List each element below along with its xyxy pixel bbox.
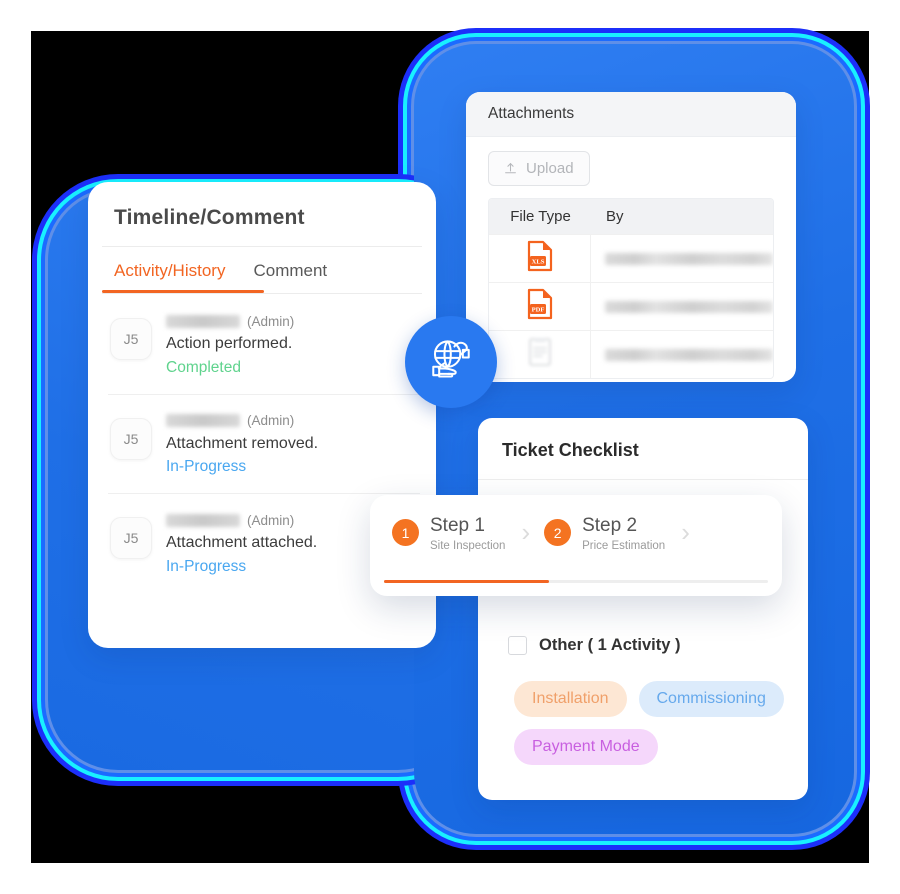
avatar: J5 — [110, 517, 152, 560]
chip-commissioning[interactable]: Commissioning — [638, 681, 784, 717]
step-1-sublabel: Site Inspection — [430, 539, 506, 552]
feature-badge — [405, 316, 497, 408]
by-cell — [591, 252, 773, 265]
step-2-number: 2 — [544, 519, 572, 546]
upload-button[interactable]: Upload — [488, 151, 590, 186]
table-row[interactable] — [489, 330, 773, 378]
attachments-table: File Type By XLS PDF — [488, 198, 774, 379]
status-badge: In-Progress — [166, 458, 247, 476]
step-2[interactable]: 2 Step 2 Price Estimation — [544, 515, 665, 552]
upload-icon — [504, 162, 517, 175]
tab-activity-history[interactable]: Activity/History — [100, 247, 239, 293]
file-type-cell: XLS — [489, 235, 591, 282]
activity-action: Attachment removed. — [166, 434, 319, 452]
step-1-number: 1 — [392, 519, 419, 546]
list-item-body: (Admin) Attachment attached. In-Progress — [166, 511, 317, 577]
list-item-body: (Admin) Attachment removed. In-Progress — [166, 412, 318, 478]
other-checkbox[interactable] — [508, 636, 527, 655]
status-badge: Completed — [166, 358, 241, 376]
screenshot-root: Attachments Upload File Type By XLS PDF … — [0, 0, 900, 894]
svg-text:XLS: XLS — [531, 259, 544, 266]
hand-holding-globe-icon — [424, 333, 478, 392]
step-1[interactable]: 1 Step 1 Site Inspection — [392, 515, 505, 552]
list-item[interactable]: J5 (Admin) Action performed. Completed — [88, 294, 436, 394]
column-header-file-type: File Type — [510, 208, 571, 225]
other-checkbox-label: Other ( 1 Activity ) — [539, 636, 681, 654]
doc-file-icon — [528, 337, 552, 372]
redacted-value — [605, 252, 773, 265]
page-title: Timeline/Comment — [114, 206, 305, 229]
attachments-table-header: File Type By — [489, 199, 773, 234]
chip-payment-mode[interactable]: Payment Mode — [514, 729, 658, 765]
tab-comment[interactable]: Comment — [239, 247, 341, 293]
stepper-progress-track — [384, 580, 768, 583]
user-role: (Admin) — [247, 512, 295, 528]
attachments-title: Attachments — [466, 92, 796, 137]
file-type-cell — [489, 331, 591, 378]
svg-text:PDF: PDF — [531, 307, 544, 314]
pdf-file-icon: PDF — [527, 288, 553, 325]
step-2-label: Step 2 — [582, 515, 638, 536]
step-2-text: Step 2 Price Estimation — [582, 515, 665, 552]
by-cell — [591, 300, 773, 313]
redacted-value — [605, 348, 773, 361]
checklist-other-row[interactable]: Other ( 1 Activity ) — [478, 630, 808, 655]
table-row[interactable]: XLS — [489, 234, 773, 282]
attachments-toolbar: Upload — [466, 137, 796, 198]
upload-button-label: Upload — [526, 160, 574, 177]
status-badge: In-Progress — [166, 558, 247, 576]
chevron-right-icon: › — [521, 517, 531, 547]
activity-chip-list: Installation Commissioning Payment Mode — [478, 655, 808, 765]
column-header-by: By — [606, 208, 624, 225]
list-item-user: (Admin) — [166, 511, 317, 529]
activity-action: Action performed. — [166, 335, 293, 352]
ticket-checklist-panel: Ticket Checklist Other ( 1 Activity ) In… — [478, 418, 808, 800]
redacted-username — [166, 414, 240, 428]
checklist-title: Ticket Checklist — [502, 440, 639, 460]
avatar: J5 — [110, 318, 152, 360]
xls-file-icon: XLS — [527, 240, 553, 277]
step-1-text: Step 1 Site Inspection — [430, 515, 505, 552]
step-1-label: Step 1 — [430, 515, 485, 536]
file-type-cell: PDF — [489, 283, 591, 330]
redacted-username — [166, 314, 240, 328]
list-item-body: (Admin) Action performed. Completed — [166, 312, 294, 378]
chevron-right-icon-2: › — [681, 517, 690, 547]
stepper-steps: 1 Step 1 Site Inspection › 2 Step 2 Pric… — [370, 495, 782, 596]
activity-action: Attachment attached. — [166, 534, 318, 552]
chip-installation[interactable]: Installation — [514, 681, 627, 717]
stepper-progress-fill — [384, 580, 550, 583]
table-row[interactable]: PDF — [489, 282, 773, 330]
avatar: J5 — [110, 417, 152, 460]
step-2-sublabel: Price Estimation — [582, 539, 666, 552]
by-cell — [591, 348, 773, 361]
timeline-tabs: Activity/History Comment — [88, 247, 436, 293]
redacted-value — [605, 300, 773, 313]
user-role: (Admin) — [247, 313, 295, 329]
redacted-username — [166, 513, 240, 527]
attachments-panel: Attachments Upload File Type By XLS PDF — [466, 92, 796, 382]
list-item-user: (Admin) — [166, 412, 318, 430]
tab-active-indicator — [102, 290, 264, 293]
list-item[interactable]: J5 (Admin) Attachment removed. In-Progre… — [88, 393, 436, 494]
ticket-stepper: 1 Step 1 Site Inspection › 2 Step 2 Pric… — [370, 495, 782, 596]
user-role: (Admin) — [247, 413, 295, 429]
list-item-user: (Admin) — [166, 312, 294, 330]
